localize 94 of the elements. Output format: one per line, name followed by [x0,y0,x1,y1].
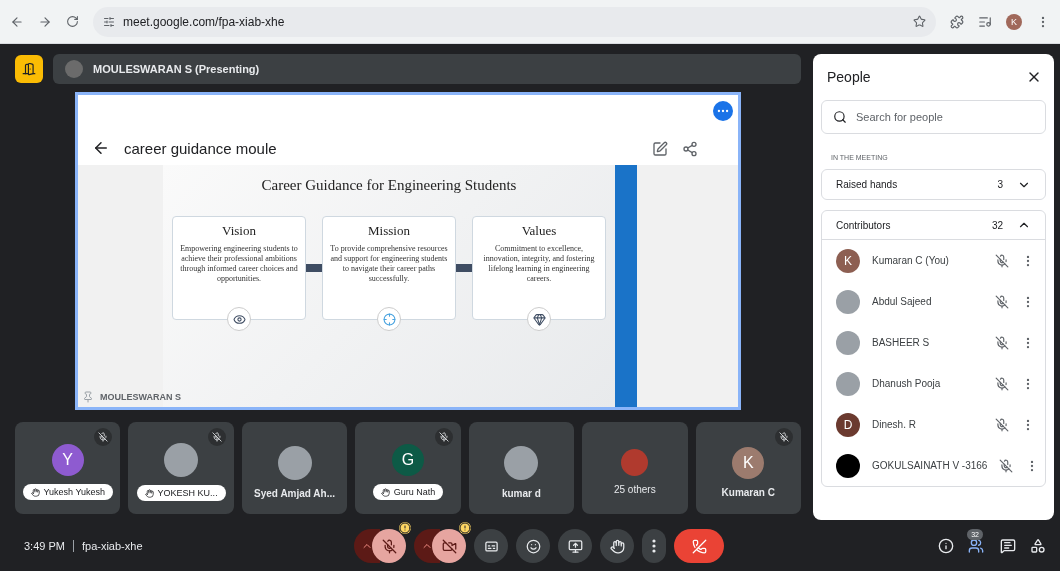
activities-icon[interactable] [1030,538,1046,554]
participant-name: Dhanush Pooja [872,378,942,389]
camera-off-icon [441,538,457,554]
profile-avatar[interactable]: K [1006,13,1022,30]
slide-title: Career Guidance for Engineering Students [261,177,517,194]
meeting-logo[interactable] [15,55,43,83]
phone-icon [691,538,707,554]
group-avatars-icon [621,448,649,477]
group-header[interactable]: Contributors 32 [822,211,1045,240]
reload-icon[interactable] [66,15,79,28]
photo-placeholder [504,445,539,480]
star-icon[interactable] [913,15,926,28]
participant-name: 25 others [613,484,656,496]
site-settings-icon[interactable] [103,15,115,28]
muted-icon [995,376,1009,391]
present-button[interactable] [558,529,592,563]
avatar: K [732,446,765,479]
participant-name: YOKESH KU... [136,485,226,501]
media-icon[interactable] [978,14,992,29]
hand-icon [30,487,40,497]
photo-placeholder [164,443,199,477]
address-bar[interactable]: meet.google.com/fpa-xiab-xhe [93,6,936,37]
muted-icon [995,294,1009,309]
photo-placeholder [836,371,860,396]
participant-name: Dinesh. R [872,419,917,430]
avatar: Y [51,444,84,476]
card-text: Empowering engineering students to achieve their professional ambitions through informed career choices and opportunities. [179,244,299,284]
emoji-button[interactable] [516,529,550,563]
presenter-label: MOULESWARAN S [100,392,181,402]
more-icon [652,539,656,553]
warning-icon [399,522,411,534]
muted-icon [999,458,1014,473]
door-icon [22,62,36,76]
clock-time: 3:49 PM [24,540,65,552]
connector-bar [456,264,472,272]
hand-icon [380,487,390,497]
captions-button[interactable] [474,529,508,563]
warning-icon [459,522,471,534]
muted-icon [995,335,1009,350]
participant-name: Yukesh Yukesh [22,484,113,500]
group-header[interactable]: Raised hands 3 [822,170,1045,199]
participant-name: Kumaran C (You) [872,255,950,266]
share-icon[interactable] [682,141,698,157]
card-title: Values [521,223,557,239]
raise-hand-button[interactable] [600,529,634,563]
card-text: To provide comprehensive resources and support for engineering students to navigate their career paths successfully. [329,244,449,284]
photo-placeholder [836,330,860,355]
participant-row[interactable]: Abdul Sajeed [822,281,1045,322]
photo-placeholder [836,289,860,314]
participant-row[interactable]: K Kumaran C (You) [822,240,1045,281]
presenter-name: MOULESWARAN S (Presenting) [93,63,260,75]
card-title: Vision [222,223,256,239]
participant-name: GOKULSAINATH V -3166 [872,460,988,471]
info-icon[interactable] [938,538,955,554]
extensions-icon[interactable] [950,14,964,29]
avatar: G [391,444,424,476]
card-title: Mission [368,223,410,239]
microphone-off-icon [381,538,397,554]
participant-name: kumar d [501,487,541,499]
panel-title: People [827,69,871,85]
search-field[interactable]: Search for people [821,100,1046,134]
photo-placeholder [277,445,312,480]
participant-name: Abdul Sajeed [872,296,933,307]
card-text: Commitment to excellence, innovation, integrity, and fostering lifelong learning in engineering careers. [482,244,596,284]
avatar: K [836,248,860,273]
chat-icon[interactable] [1000,538,1016,554]
end-call-button[interactable] [674,529,724,563]
participant-row[interactable]: BASHEER S [822,322,1045,363]
connector-bar [306,264,322,272]
forward-icon[interactable] [38,14,52,29]
hand-icon [609,538,625,554]
edit-icon[interactable] [652,141,668,157]
photo-placeholder [65,60,83,78]
captions-icon [483,538,499,554]
hand-icon [144,488,154,498]
meeting-code: fpa-xiab-xhe [81,540,143,552]
participant-row[interactable]: GOKULSAINATH V -3166 [822,445,1045,486]
participant-name: Kumaran C [721,486,775,498]
participant-name: Syed Amjad Ah... [254,487,336,499]
more-options-button[interactable] [642,529,666,563]
present-icon [567,538,583,554]
participant-name: BASHEER S [872,337,931,348]
participant-name: Guru Nath [372,484,444,500]
participant-row[interactable]: Dhanush Pooja [822,363,1045,404]
muted-icon [995,253,1009,268]
smiley-icon [525,538,541,554]
participant-row[interactable]: D Dinesh. R [822,404,1045,445]
muted-icon [995,417,1009,432]
back-icon[interactable] [92,139,110,157]
more-options-button[interactable] [713,101,733,121]
people-icon[interactable] [968,538,985,554]
url-text: meet.google.com/fpa-xiab-xhe [123,14,285,29]
document-title: career guidance moule [124,140,278,157]
avatar: D [836,412,860,437]
